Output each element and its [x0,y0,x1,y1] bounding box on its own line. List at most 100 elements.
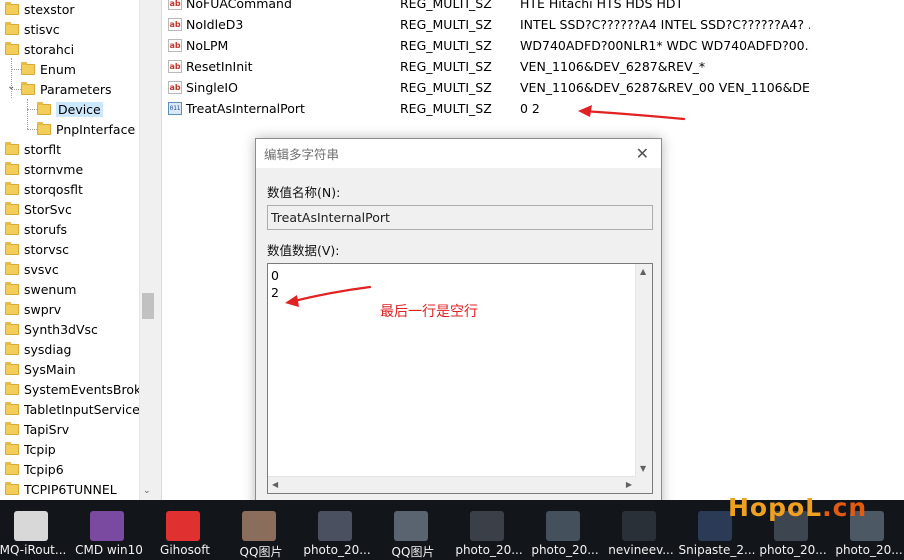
taskbar-item-label: QQ图片 [391,545,435,559]
tree-item[interactable]: TCPIP6TUNNEL [5,479,117,499]
photo-icon [242,511,276,541]
tree-item[interactable]: sysdiag [5,339,71,359]
taskbar-item[interactable]: QQ图片 [373,500,451,560]
taskbar-item[interactable]: photo_20... [297,500,375,560]
value-data: 0 2 [520,100,540,116]
tree-item-label: Enum [40,61,76,77]
value-data-textarea[interactable]: 0 2 ▲ ▼ ◀ ▶ [267,263,653,494]
tree-item-label: storufs [24,221,68,237]
tree-item[interactable]: PnpInterface [37,119,135,139]
tree-item-label: Tcpip [24,441,56,457]
tree-item[interactable]: Synth3dVsc [5,319,98,339]
tree-item[interactable]: storqosflt [5,179,83,199]
taskbar-item-label: photo_20... [531,543,599,557]
folder-icon [5,141,19,155]
tree-item[interactable]: storahci [5,39,74,59]
tree-connector-line [27,109,37,110]
tree-item-label: TabletInputService [24,401,140,417]
scroll-right-icon[interactable]: ▶ [626,480,632,489]
tree-connector-line [11,69,21,70]
taskbar-item[interactable]: nevineev... [601,500,679,560]
taskbar-item[interactable]: MQ-iRout... [0,500,71,560]
scroll-up-icon[interactable]: ▲ [640,267,646,276]
value-name: TreatAsInternalPort [186,100,305,116]
tree-item-label: SystemEventsBroke [24,381,149,397]
data-horizontal-scrollbar[interactable]: ◀ ▶ [268,476,636,493]
tree-item[interactable]: stexstor [5,0,74,19]
tree-scrollbar[interactable]: ⌄ [139,0,156,500]
tree-item[interactable]: Device [37,99,103,119]
folder-icon [5,281,19,295]
tree-item[interactable]: Tcpip6 [5,459,64,479]
folder-icon [5,421,19,435]
value-type: REG_MULTI_SZ [400,0,492,11]
tree-item[interactable]: swprv [5,299,61,319]
tree-item[interactable]: storufs [5,219,67,239]
value-row[interactable]: ab NoFUACommand REG_MULTI_SZ HTE Hitachi HT… [168,0,810,13]
scroll-down-icon[interactable]: ▼ [640,464,646,473]
tree-item-label: StorSvc [24,201,72,217]
tree-connector-line [27,129,37,130]
value-row[interactable]: ab SingleIO REG_MULTI_SZ VEN_1106&DEV_6287&… [168,77,810,97]
folder-icon [21,61,35,75]
folder-icon [5,241,19,255]
tree-item-label: storqosflt [24,181,83,197]
value-row[interactable]: ab ResetInInit REG_MULTI_SZ VEN_1106&DEV_62… [168,56,810,76]
tree-item[interactable]: TabletInputService [5,399,140,419]
tree-item[interactable]: StorSvc [5,199,72,219]
tree-item[interactable]: storvsc [5,239,69,259]
folder-icon [5,461,19,475]
tree-item[interactable]: stornvme [5,159,83,179]
value-type: REG_MULTI_SZ [400,37,492,53]
tree-item[interactable]: stisvc [5,19,60,39]
folder-icon [5,221,19,235]
tree-item[interactable]: swenum [5,279,76,299]
value-type: REG_MULTI_SZ [400,58,492,74]
binary-value-icon: 011 [168,101,182,115]
scroll-left-icon[interactable]: ◀ [272,480,278,489]
tree-item-label: Device [56,101,103,117]
tree-item[interactable]: storflt [5,139,61,159]
data-vertical-scrollbar[interactable]: ▲ ▼ [635,264,652,476]
taskbar-item[interactable]: photo_20... [525,500,603,560]
photo-icon [546,511,580,541]
tree-item-label: Synth3dVsc [24,321,98,337]
taskbar-item[interactable]: photo_20... [449,500,527,560]
scroll-down-icon[interactable]: ⌄ [143,486,151,496]
value-row[interactable]: ab NoIdleD3 REG_MULTI_SZ INTEL SSD?C??????A… [168,14,810,34]
tree-item[interactable]: Enum [21,59,76,79]
taskbar-item-label: photo_20... [759,543,827,557]
tree-item[interactable]: TapiSrv [5,419,69,439]
folder-icon [5,301,19,315]
value-row[interactable]: 011 TreatAsInternalPort REG_MULTI_SZ 0 2 [168,98,810,118]
expand-chevron-icon[interactable]: ⌄ [7,81,17,92]
string-value-icon: ab [168,0,182,10]
taskbar-item[interactable]: Gihosoft [145,500,223,560]
tree-scroll-thumb[interactable] [142,293,154,319]
taskbar-item-label: nevineev... [608,543,674,557]
tree-item[interactable]: SystemEventsBroke [5,379,149,399]
value-name-label: 数值名称(N): [267,185,341,200]
taskbar-item-label: CMD win10 [75,543,143,557]
dialog-titlebar[interactable]: 编辑多字符串 ✕ [256,139,661,168]
value-row[interactable]: ab NoLPM REG_MULTI_SZ WD740ADFD?00NLR1* WDC… [168,35,810,55]
tree-item[interactable]: svsvc [5,259,59,279]
tree-item-label: storflt [24,141,61,157]
folder-icon [5,1,19,15]
close-icon[interactable]: ✕ [636,144,649,163]
tree-item[interactable]: ⌄ Parameters [7,79,112,99]
tree-item-label: TCPIP6TUNNEL [24,481,117,497]
taskbar-item[interactable]: CMD win10 [69,500,147,560]
tree-item-label: sysdiag [24,341,72,357]
value-name-field[interactable]: TreatAsInternalPort [267,205,653,230]
folder-open-icon [37,101,51,115]
taskbar-item[interactable]: QQ图片 [221,500,299,560]
tree-item-label: TapiSrv [24,421,70,437]
string-value-icon: ab [168,17,182,31]
tree-item[interactable]: SysMain [5,359,76,379]
tree-item[interactable]: Tcpip [5,439,56,459]
tree-item-label: swprv [24,301,62,317]
folder-icon [5,21,19,35]
value-name: NoLPM [186,37,229,53]
registry-tree[interactable]: stexstor stisvc storahci Enum ⌄ Parameters Dev… [0,0,155,500]
